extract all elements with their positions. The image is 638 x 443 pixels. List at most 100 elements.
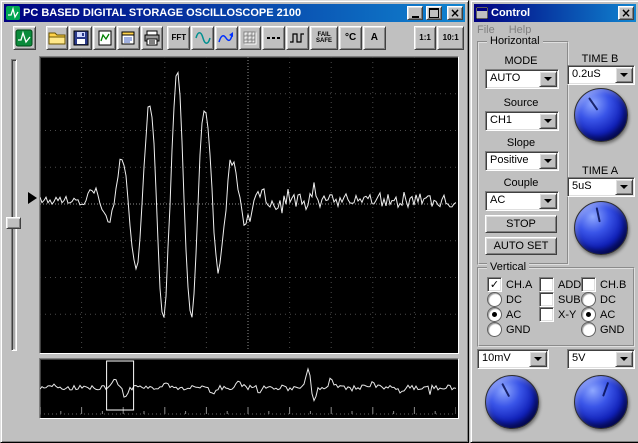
main-titlebar[interactable]: PC BASED DIGITAL STORAGE OSCILLOSCOPE 21… xyxy=(4,4,465,22)
overview-display[interactable] xyxy=(39,358,459,419)
minimize-icon xyxy=(412,16,419,18)
main-toolbar: FFT FAIL SAFE °C A 1:1 10:1 xyxy=(5,24,464,51)
failsafe-button[interactable]: FAIL SAFE xyxy=(310,26,338,50)
source-label: Source xyxy=(479,97,563,109)
radio-cha-ac[interactable]: AC xyxy=(487,307,521,322)
trigger-level-cursor[interactable] xyxy=(28,192,37,204)
time-b-knob[interactable] xyxy=(574,88,628,142)
radio-chb-gnd[interactable]: GND xyxy=(581,322,624,337)
radio-chb-dc[interactable]: DC xyxy=(581,292,616,307)
knob-indicator xyxy=(501,383,510,397)
log-button[interactable] xyxy=(117,26,140,50)
checkbox-xy[interactable]: X-Y xyxy=(539,307,576,322)
control-icon xyxy=(476,7,488,19)
chevron-down-icon[interactable] xyxy=(539,71,557,87)
radio-cha-dc[interactable]: DC xyxy=(487,292,522,307)
run-icon xyxy=(15,29,33,47)
horizontal-group-legend: Horizontal xyxy=(487,35,543,47)
maximize-icon xyxy=(429,8,439,18)
mode-select[interactable]: AUTO xyxy=(485,69,559,89)
ac-label: AC xyxy=(506,309,521,321)
checkbox-icon xyxy=(539,292,554,307)
open-folder-icon xyxy=(48,30,66,46)
radio-icon xyxy=(581,292,596,307)
chevron-down-icon[interactable] xyxy=(615,179,633,195)
control-titlebar[interactable]: Control × xyxy=(474,4,636,22)
main-waveform xyxy=(40,57,456,351)
slope-select[interactable]: Positive xyxy=(485,151,559,171)
floppy-icon xyxy=(73,30,89,46)
checkbox-icon xyxy=(539,307,554,322)
smooth-wave-button[interactable] xyxy=(215,26,238,50)
dotted-line-button[interactable] xyxy=(262,26,285,50)
volts-b-select[interactable]: 5V xyxy=(567,349,635,369)
volts-a-value: 10mV xyxy=(478,350,528,368)
celsius-button[interactable]: °C xyxy=(339,26,362,50)
checkbox-add[interactable]: ADD xyxy=(539,277,581,292)
source-select[interactable]: CH1 xyxy=(485,111,559,131)
control-title: Control xyxy=(491,7,615,19)
scope-display[interactable] xyxy=(39,56,459,354)
couple-select[interactable]: AC xyxy=(485,191,559,211)
radio-cha-gnd[interactable]: GND xyxy=(487,322,530,337)
radio-selected-icon xyxy=(581,307,596,322)
maximize-button[interactable] xyxy=(426,6,442,20)
vertical-group: Vertical ✓ CH.A DC AC GND ADD SUB X-Y xyxy=(477,267,635,347)
fft-button[interactable]: FFT xyxy=(167,26,190,50)
ratio-10-1-button[interactable]: 10:1 xyxy=(437,26,464,50)
ac-label: AC xyxy=(600,309,615,321)
square-wave-button[interactable] xyxy=(286,26,309,50)
sine-wave-icon xyxy=(195,30,211,46)
chevron-down-icon[interactable] xyxy=(539,193,557,209)
auto-set-button[interactable]: AUTO SET xyxy=(485,237,557,255)
ratio-1-1-button[interactable]: 1:1 xyxy=(414,26,437,50)
stop-button[interactable]: STOP xyxy=(485,215,557,233)
volts-b-value: 5V xyxy=(568,350,614,368)
knob-indicator xyxy=(602,382,609,397)
open-button[interactable] xyxy=(46,26,69,50)
close-button[interactable]: × xyxy=(447,6,463,20)
dotted-line-icon xyxy=(266,30,282,46)
run-button[interactable] xyxy=(13,26,36,50)
failsafe-label-2: SAFE xyxy=(316,38,332,44)
minimize-button[interactable] xyxy=(407,6,423,20)
volts-a-select[interactable]: 10mV xyxy=(477,349,549,369)
chevron-down-icon[interactable] xyxy=(539,113,557,129)
grid-button[interactable] xyxy=(239,26,262,50)
time-a-select[interactable]: 5uS xyxy=(567,177,635,197)
checkbox-sub[interactable]: SUB xyxy=(539,292,581,307)
source-value: CH1 xyxy=(486,112,538,130)
notebook-icon xyxy=(120,30,136,46)
chevron-down-icon[interactable] xyxy=(615,351,633,367)
offset-slider-thumb[interactable] xyxy=(6,217,21,229)
radio-chb-ac[interactable]: AC xyxy=(581,307,615,322)
chevron-down-icon[interactable] xyxy=(539,153,557,169)
sine-wave-button[interactable] xyxy=(191,26,214,50)
time-a-knob[interactable] xyxy=(574,201,628,255)
square-wave-icon xyxy=(289,30,305,46)
time-a-value: 5uS xyxy=(568,178,614,196)
xy-label: X-Y xyxy=(558,309,576,321)
chevron-down-icon[interactable] xyxy=(615,67,633,83)
print-button[interactable] xyxy=(141,26,164,50)
close-icon: × xyxy=(621,8,631,19)
printer-icon xyxy=(144,30,160,46)
time-b-select[interactable]: 0.2uS xyxy=(567,65,635,85)
export-chart-button[interactable] xyxy=(93,26,116,50)
ampere-button[interactable]: A xyxy=(363,26,386,50)
dc-label: DC xyxy=(600,294,616,306)
volts-a-knob[interactable] xyxy=(485,375,539,429)
checkbox-icon xyxy=(539,277,554,292)
save-button[interactable] xyxy=(69,26,92,50)
volts-b-knob[interactable] xyxy=(574,375,628,429)
window-title: PC BASED DIGITAL STORAGE OSCILLOSCOPE 21… xyxy=(23,7,404,19)
checkbox-chb[interactable]: CH.B xyxy=(581,277,626,292)
checkbox-cha[interactable]: ✓ CH.A xyxy=(487,277,532,292)
offset-slider-track[interactable] xyxy=(11,59,17,351)
horizontal-group: Horizontal MODE AUTO Source CH1 Slope Po… xyxy=(477,41,569,265)
chevron-down-icon[interactable] xyxy=(529,351,547,367)
control-close-button[interactable]: × xyxy=(618,6,634,20)
time-b-value: 0.2uS xyxy=(568,66,614,84)
time-a-label: TIME A xyxy=(567,165,633,177)
mode-value: AUTO xyxy=(486,70,538,88)
